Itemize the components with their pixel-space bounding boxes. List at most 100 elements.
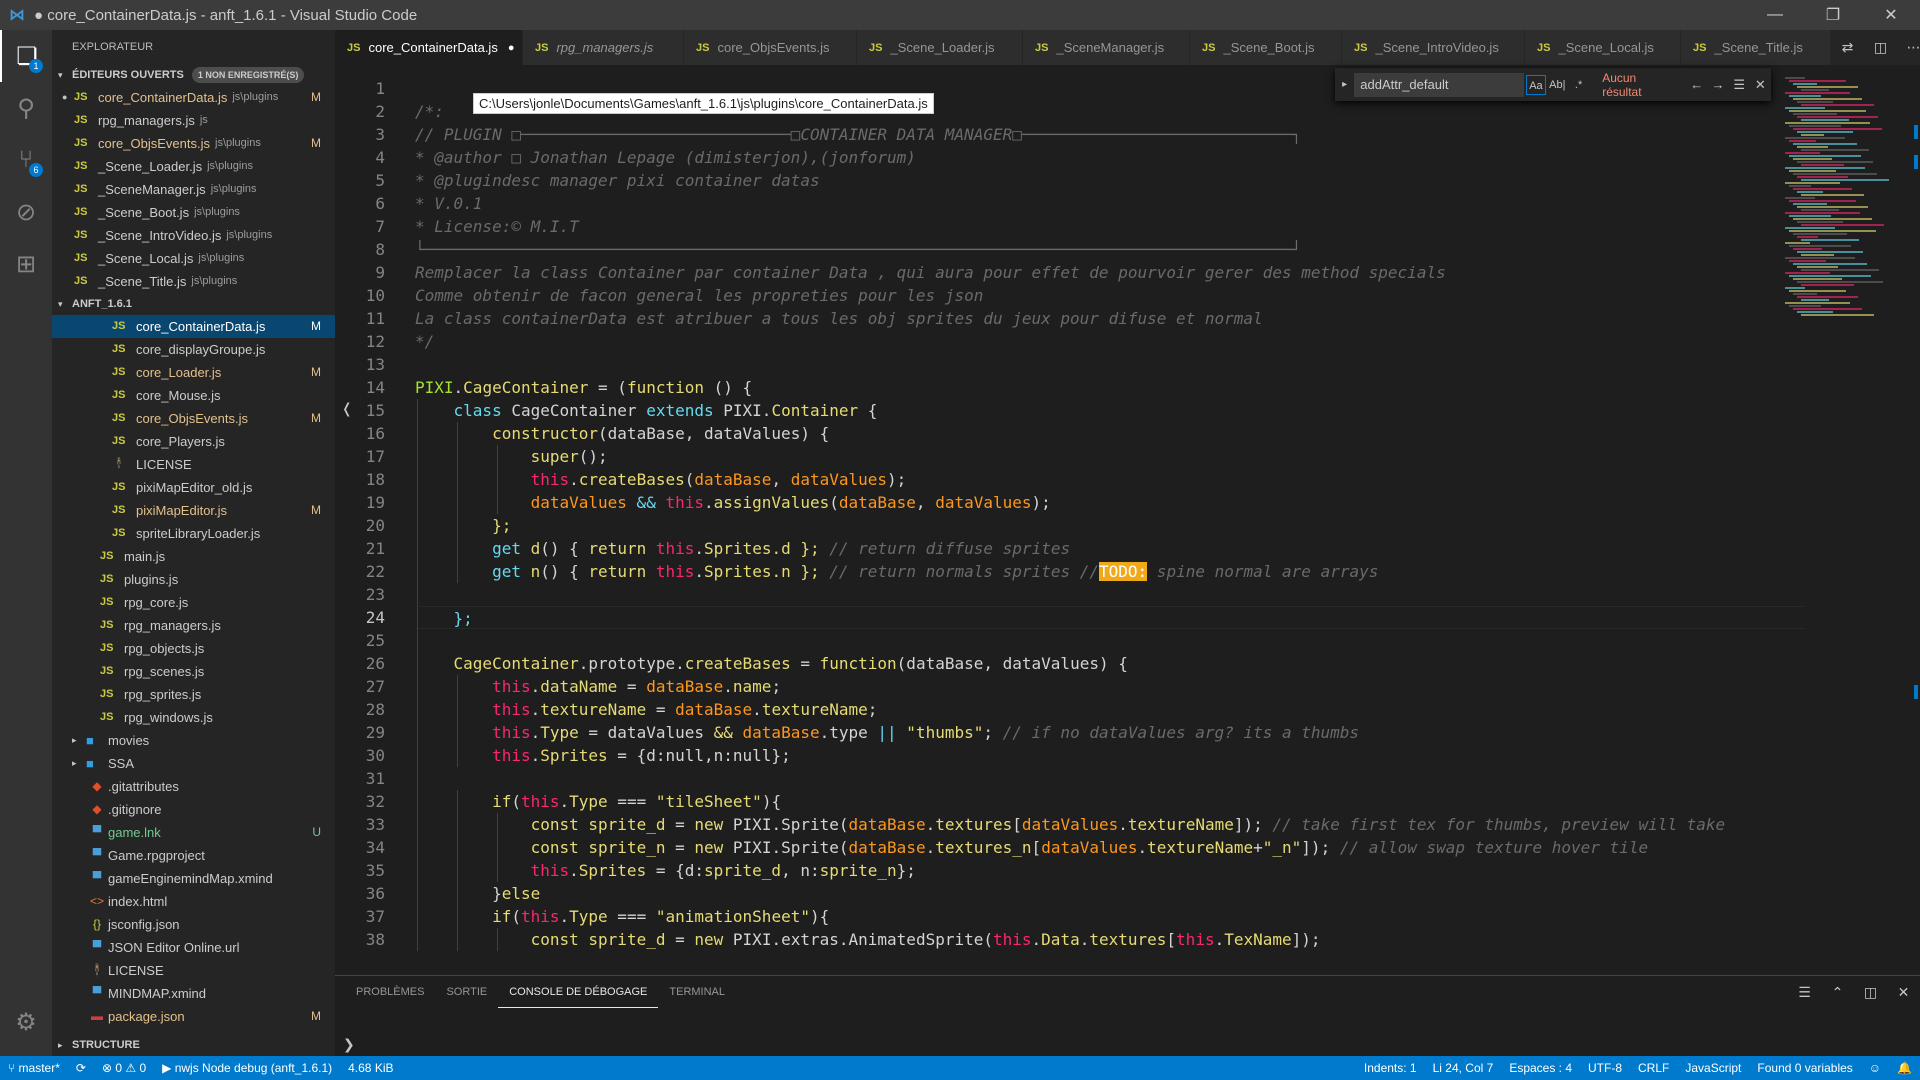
tree-item[interactable]: ▀ Game.rpgproject: [52, 844, 335, 867]
language-status[interactable]: JavaScript: [1677, 1061, 1749, 1075]
structure-header[interactable]: ▸ STRUCTURE: [52, 1034, 335, 1056]
editor-tab[interactable]: JS rpg_managers.js: [523, 30, 684, 65]
code-line[interactable]: this.createBases(dataBase, dataValues);: [415, 468, 1805, 491]
tree-item[interactable]: JS core_Mouse.js: [52, 384, 335, 407]
editor-tab[interactable]: JS _Scene_Boot.js: [1190, 30, 1342, 65]
minimize-icon[interactable]: —: [1746, 0, 1804, 30]
code-line[interactable]: // PLUGIN □────────────────────────────□…: [415, 123, 1805, 146]
open-editor-item[interactable]: JS _Scene_Title.js js\plugins: [52, 270, 335, 293]
panel-tab[interactable]: CONSOLE DE DÉBOGAGE: [498, 976, 659, 1008]
code-line[interactable]: PIXI.CageContainer = (function () {: [415, 376, 1805, 399]
code-line[interactable]: dataValues && this.assignValues(dataBase…: [415, 491, 1805, 514]
panel-tab[interactable]: PROBLÈMES: [345, 976, 435, 1008]
tree-item[interactable]: ◆ .gitattributes: [52, 775, 335, 798]
tree-item[interactable]: JS main.js: [52, 545, 335, 568]
code-line[interactable]: get d() { return this.Sprites.d }; // re…: [415, 537, 1805, 560]
find-input[interactable]: [1354, 72, 1525, 97]
open-changes-icon[interactable]: ⇄: [1831, 39, 1864, 56]
tree-item[interactable]: JS rpg_objects.js: [52, 637, 335, 660]
code-line[interactable]: [415, 767, 1805, 790]
tree-item[interactable]: JS rpg_managers.js: [52, 614, 335, 637]
tree-item[interactable]: JS rpg_scenes.js: [52, 660, 335, 683]
open-editors-header[interactable]: ▾ ÉDITEURS OUVERTS 1 NON ENREGISTRÉ(S): [52, 64, 335, 86]
code-line[interactable]: this.dataName = dataBase.name;: [415, 675, 1805, 698]
editor-tab[interactable]: JS _Scene_Loader.js: [857, 30, 1023, 65]
extensions-icon[interactable]: ⊞: [0, 238, 52, 290]
spaces-status[interactable]: Espaces : 4: [1501, 1061, 1580, 1075]
code-line[interactable]: Remplacer la class Container par contain…: [415, 261, 1805, 284]
console-prompt[interactable]: ❯: [343, 1036, 355, 1053]
source-control-icon[interactable]: ⑂ 6: [0, 134, 52, 186]
project-header[interactable]: ▾ ANFT_1.6.1: [52, 293, 335, 315]
branch-status[interactable]: ⑂ master*: [0, 1061, 68, 1075]
debug-config-status[interactable]: ▶ nwjs Node debug (anft_1.6.1): [154, 1061, 340, 1075]
regex-toggle[interactable]: .*: [1569, 75, 1588, 95]
explorer-icon[interactable]: ❏ 1: [0, 30, 52, 82]
code-line[interactable]: [415, 629, 1805, 652]
code-line[interactable]: this.Sprites = {d:null,n:null};: [415, 744, 1805, 767]
tree-item[interactable]: JS core_ObjsEvents.js M: [52, 407, 335, 430]
close-window-icon[interactable]: ✕: [1862, 0, 1920, 30]
code-line[interactable]: this.textureName = dataBase.textureName;: [415, 698, 1805, 721]
editor-tab[interactable]: JS core_ContainerData.js ●: [335, 30, 523, 65]
tree-item[interactable]: 🕴 LICENSE: [52, 453, 335, 476]
code-line[interactable]: class CageContainer extends PIXI.Contain…: [415, 399, 1805, 422]
close-panel-icon[interactable]: ✕: [1887, 984, 1920, 1001]
tree-item[interactable]: JS core_displayGroupe.js: [52, 338, 335, 361]
code-line[interactable]: constructor(dataBase, dataValues) {: [415, 422, 1805, 445]
open-editor-item[interactable]: JS _Scene_Local.js js\plugins: [52, 247, 335, 270]
tree-item[interactable]: ▬ package.json M: [52, 1005, 335, 1028]
code-line[interactable]: └───────────────────────────────────────…: [415, 238, 1805, 261]
editor-tab[interactable]: JS _Scene_Local.js: [1525, 30, 1681, 65]
code-line[interactable]: * V.0.1: [415, 192, 1805, 215]
code-line[interactable]: const sprite_n = new PIXI.Sprite(dataBas…: [415, 836, 1805, 859]
panel-layout-icon[interactable]: ◫: [1854, 984, 1887, 1001]
tree-item[interactable]: 🕴 LICENSE: [52, 959, 335, 982]
open-editor-item[interactable]: JS _SceneManager.js js\plugins: [52, 178, 335, 201]
code-line[interactable]: this.Sprites = {d:sprite_d, n:sprite_n};: [415, 859, 1805, 882]
next-match-icon[interactable]: →: [1707, 77, 1728, 92]
tree-item[interactable]: ▀ game.lnk U: [52, 821, 335, 844]
folder-item[interactable]: ▸ ■ movies: [52, 729, 335, 752]
code-line[interactable]: * License:© M.I.T: [415, 215, 1805, 238]
minimap[interactable]: [1783, 65, 1913, 975]
code-line[interactable]: Comme obtenir de facon general les propr…: [415, 284, 1805, 307]
code-line[interactable]: const sprite_d = new PIXI.extras.Animate…: [415, 928, 1805, 951]
fold-chevron-icon[interactable]: ❬: [341, 400, 353, 417]
editor-tab[interactable]: JS _Scene_IntroVideo.js: [1342, 30, 1525, 65]
encoding-status[interactable]: UTF-8: [1580, 1061, 1630, 1075]
feedback-smiley-icon[interactable]: ☺: [1861, 1061, 1889, 1075]
code-line[interactable]: [415, 583, 1805, 606]
tree-item[interactable]: JS plugins.js: [52, 568, 335, 591]
open-editor-item[interactable]: JS _Scene_Boot.js js\plugins: [52, 201, 335, 224]
code-line[interactable]: };: [415, 514, 1805, 537]
code-editor[interactable]: 1 2 3 4 5 6 7 8 9 10 11 12 13 14 15 16 17 18 19 20 21 22 23 24 2…: [335, 65, 1920, 975]
tree-item[interactable]: JS spriteLibraryLoader.js: [52, 522, 335, 545]
tree-item[interactable]: <> index.html: [52, 890, 335, 913]
code-line[interactable]: if(this.Type === "tileSheet"){: [415, 790, 1805, 813]
tree-item[interactable]: ▀ gameEnginemindMap.xmind: [52, 867, 335, 890]
code-line[interactable]: * @plugindesc manager pixi container dat…: [415, 169, 1805, 192]
notifications-bell-icon[interactable]: 🔔: [1889, 1061, 1920, 1075]
tree-item[interactable]: JS core_Players.js: [52, 430, 335, 453]
code-line[interactable]: super();: [415, 445, 1805, 468]
code-line[interactable]: }else: [415, 882, 1805, 905]
vertical-scrollbar[interactable]: [1906, 65, 1920, 975]
clear-console-icon[interactable]: ☰: [1788, 984, 1821, 1001]
code-line[interactable]: this.Type = dataValues && dataBase.type …: [415, 721, 1805, 744]
code-line[interactable]: get n() { return this.Sprites.n }; // re…: [415, 560, 1805, 583]
code-lines[interactable]: /*: // PLUGIN □──────────────────────────…: [415, 77, 1805, 951]
whole-word-toggle[interactable]: Ab|: [1548, 75, 1567, 95]
code-line[interactable]: const sprite_d = new PIXI.Sprite(dataBas…: [415, 813, 1805, 836]
open-editor-item[interactable]: JS _Scene_IntroVideo.js js\plugins: [52, 224, 335, 247]
restore-icon[interactable]: ❐: [1804, 0, 1862, 30]
search-icon[interactable]: ⚲: [0, 82, 52, 134]
tree-item[interactable]: ▀ JSON Editor Online.url: [52, 936, 335, 959]
tree-item[interactable]: JS rpg_windows.js: [52, 706, 335, 729]
tree-item[interactable]: ◆ .gitignore: [52, 798, 335, 821]
code-line[interactable]: La class containerData est atribuer a to…: [415, 307, 1805, 330]
tree-item[interactable]: JS rpg_sprites.js: [52, 683, 335, 706]
tree-item[interactable]: ▀ MINDMAP.xmind: [52, 982, 335, 1005]
open-editor-item[interactable]: JS core_ObjsEvents.js js\plugins M: [52, 132, 335, 155]
more-actions-icon[interactable]: ⋯: [1897, 39, 1920, 56]
